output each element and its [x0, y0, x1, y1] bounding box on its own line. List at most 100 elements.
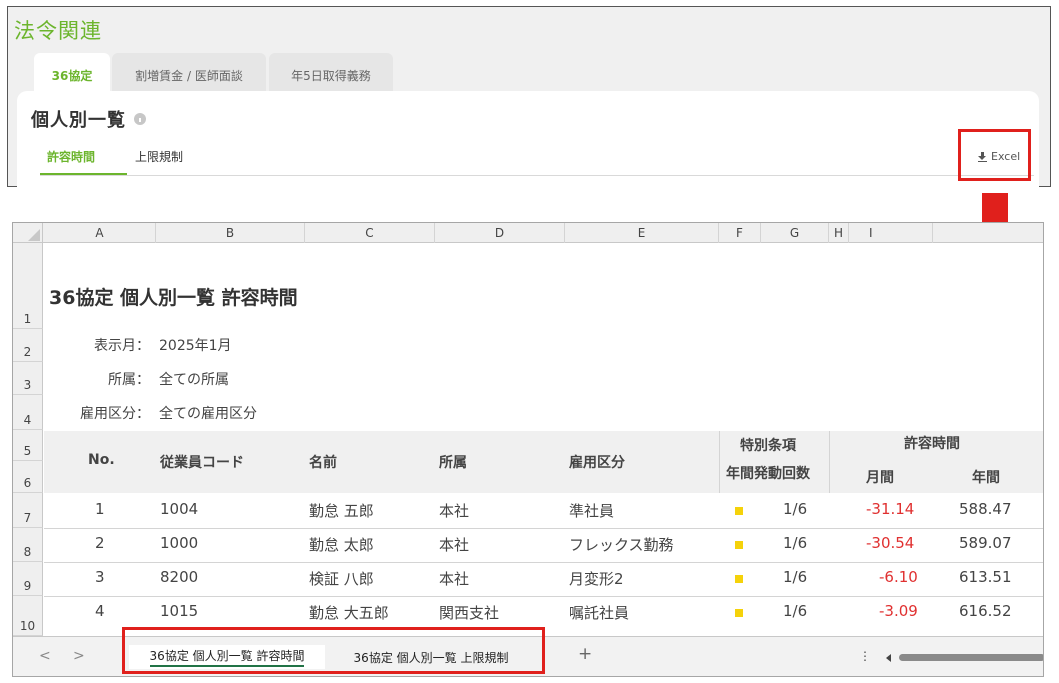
header-divider — [829, 431, 830, 493]
th-code: 従業員コード — [160, 455, 244, 471]
row-header-3[interactable]: 3 — [13, 362, 43, 395]
card-title-text: 個人別一覧 — [31, 110, 126, 131]
cell-name[interactable]: 勤怠 大五郎 — [309, 602, 389, 623]
row-divider — [44, 596, 1043, 597]
col-header-h[interactable]: H — [829, 223, 849, 243]
subtab-active-indicator — [40, 173, 127, 175]
th-allowance: 許容時間 — [904, 436, 960, 452]
tab-label: 年5日取得義務 — [291, 68, 371, 83]
add-sheet-button[interactable]: + — [578, 644, 592, 664]
cell-emptype[interactable]: 嘱託社員 — [569, 602, 629, 623]
row-header-4[interactable]: 4 — [13, 395, 43, 430]
row-divider — [44, 562, 1043, 563]
highlight-sheet-tabs — [122, 627, 545, 674]
col-header-a[interactable]: A — [44, 223, 156, 243]
cell-annual[interactable]: 616.52 — [959, 602, 1012, 620]
cell-dept[interactable]: 本社 — [439, 500, 469, 521]
warning-marker-icon — [735, 609, 743, 617]
cell-dept[interactable]: 本社 — [439, 534, 469, 555]
cell-emptype[interactable]: 月変形2 — [569, 568, 624, 589]
cell-monthly[interactable]: -30.54 — [866, 534, 914, 552]
cell-code[interactable]: 1004 — [160, 500, 198, 518]
subtab-limit[interactable]: 上限規制 — [135, 148, 183, 165]
tab-label: 36協定 — [51, 68, 93, 83]
cell-name[interactable]: 検証 八郎 — [309, 568, 374, 589]
cell-name[interactable]: 勤怠 太郎 — [309, 534, 374, 555]
cell-dept[interactable]: 関西支社 — [439, 602, 499, 623]
row-header-8[interactable]: 8 — [13, 528, 43, 562]
meta-label-dept: 所属： — [108, 372, 150, 388]
cell-count[interactable]: 1/6 — [783, 568, 807, 586]
cell-dept[interactable]: 本社 — [439, 568, 469, 589]
row-header-1[interactable]: 1 — [13, 243, 43, 329]
meta-value-month: 2025年1月 — [159, 338, 232, 354]
row-header-9[interactable]: 9 — [13, 562, 43, 596]
scroll-left-icon[interactable] — [886, 654, 891, 662]
spreadsheet: A B C D E F G H I 1 2 3 4 5 6 7 8 9 10 3… — [12, 222, 1044, 677]
header-divider — [719, 431, 720, 493]
cell-annual[interactable]: 588.47 — [959, 500, 1012, 518]
col-header-i[interactable]: I — [849, 223, 933, 243]
cell-count[interactable]: 1/6 — [783, 500, 807, 518]
th-no: No. — [88, 452, 115, 468]
subtab-divider — [40, 175, 1034, 176]
cell-monthly[interactable]: -3.09 — [879, 602, 918, 620]
cell-no[interactable]: 1 — [95, 500, 105, 518]
page-title: 法令関連 — [14, 19, 102, 43]
row-header-7[interactable]: 7 — [13, 493, 43, 528]
highlight-excel-button — [958, 129, 1031, 181]
th-dept: 所属 — [439, 455, 467, 471]
col-header-e[interactable]: E — [565, 223, 719, 243]
th-activation-count: 年間発動回数 — [726, 466, 810, 482]
row-header-2[interactable]: 2 — [13, 329, 43, 362]
row-header-6[interactable]: 6 — [13, 461, 43, 493]
row-header-5[interactable]: 5 — [13, 430, 43, 461]
tab-label: 割増賃金 / 医師面談 — [135, 68, 243, 83]
cell-monthly[interactable]: -6.10 — [879, 568, 918, 586]
cell-emptype[interactable]: 準社員 — [569, 500, 614, 521]
cell-annual[interactable]: 589.07 — [959, 534, 1012, 552]
more-options-icon[interactable]: ⋮ — [859, 649, 871, 663]
row-divider — [44, 528, 1043, 529]
th-monthly: 月間 — [866, 470, 894, 486]
meta-label-emptype: 雇用区分： — [80, 406, 150, 422]
card-title: 個人別一覧 — [31, 106, 146, 132]
meta-label-month: 表示月： — [94, 338, 150, 354]
cell-name[interactable]: 勤怠 五郎 — [309, 500, 374, 521]
column-header-row: A B C D E F G H I — [13, 223, 1043, 243]
horizontal-scrollbar[interactable] — [899, 654, 1043, 661]
th-annual: 年間 — [972, 470, 1000, 486]
cell-code[interactable]: 1000 — [160, 534, 198, 552]
th-name: 名前 — [309, 455, 337, 471]
cell-count[interactable]: 1/6 — [783, 602, 807, 620]
cell-code[interactable]: 8200 — [160, 568, 198, 586]
col-header-j[interactable] — [933, 223, 1043, 243]
warning-marker-icon — [735, 507, 743, 515]
col-header-c[interactable]: C — [305, 223, 435, 243]
cell-code[interactable]: 1015 — [160, 602, 198, 620]
warning-marker-icon — [735, 541, 743, 549]
list-card: 個人別一覧 許容時間 上限規制 Excel — [17, 91, 1039, 188]
col-header-f[interactable]: F — [719, 223, 761, 243]
prev-sheet-button[interactable]: < — [39, 648, 51, 664]
cell-count[interactable]: 1/6 — [783, 534, 807, 552]
meta-value-dept: 全ての所属 — [159, 372, 229, 388]
subtab-allowance[interactable]: 許容時間 — [47, 148, 95, 165]
col-header-d[interactable]: D — [435, 223, 565, 243]
cell-annual[interactable]: 613.51 — [959, 568, 1012, 586]
cell-monthly[interactable]: -31.14 — [866, 500, 914, 518]
info-icon[interactable] — [134, 113, 146, 125]
row-header-10[interactable]: 10 — [13, 596, 43, 636]
col-header-b[interactable]: B — [156, 223, 305, 243]
meta-value-emptype: 全ての雇用区分 — [159, 406, 257, 422]
cell-no[interactable]: 4 — [95, 602, 105, 620]
th-special: 特別条項 — [740, 438, 796, 454]
sheet-title: 36協定 個人別一覧 許容時間 — [49, 287, 298, 309]
warning-marker-icon — [735, 575, 743, 583]
cell-emptype[interactable]: フレックス勤務 — [569, 534, 674, 555]
next-sheet-button[interactable]: > — [73, 648, 85, 664]
cell-no[interactable]: 2 — [95, 534, 105, 552]
cell-no[interactable]: 3 — [95, 568, 105, 586]
col-header-g[interactable]: G — [761, 223, 829, 243]
select-all-corner[interactable] — [13, 223, 43, 243]
